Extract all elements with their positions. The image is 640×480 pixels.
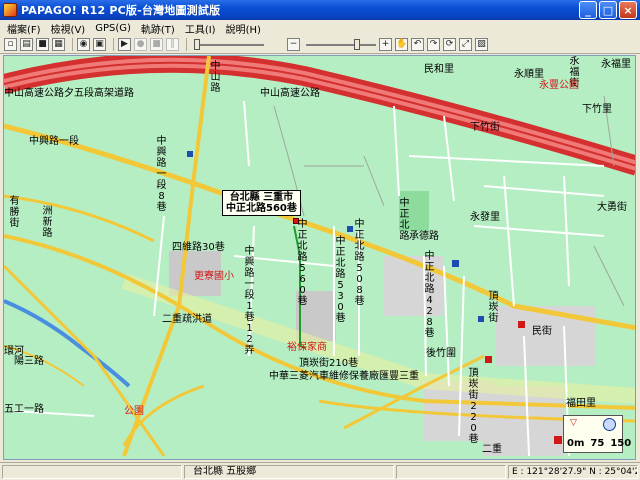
menu-help[interactable]: 說明(H) [221, 21, 266, 36]
label-dayong: 大勇街 [597, 202, 627, 213]
stop-icon[interactable]: ■ [150, 38, 163, 51]
label-yongfeng-park: 永豐公園 [539, 80, 579, 91]
block-ne [384, 256, 444, 316]
window-controls: _ □ × [579, 1, 637, 19]
toolbar: ▫ ▤ ■ ▦ ◉ ▣ ▶ ● ■ ‖ − + ✋ ↶ ↷ ⟳ ⤢ ▧ [0, 36, 640, 54]
new-icon[interactable]: ▫ [4, 38, 17, 51]
print-icon[interactable]: ▦ [52, 38, 65, 51]
scale-bar: 0m 75 150 [567, 438, 631, 449]
label-zhongzheng-530: 中正北路530巷 [335, 236, 346, 324]
toolbar-separator [113, 38, 114, 51]
zoom-slider[interactable] [306, 38, 376, 51]
label-siwei: 四維路30巷 [172, 242, 225, 253]
menu-bar: 檔案(F) 檢視(V) GPS(G) 軌跡(T) 工具(I) 說明(H) [0, 20, 640, 36]
open-icon[interactable]: ▤ [20, 38, 33, 51]
restore-button[interactable]: □ [599, 1, 617, 19]
record-icon[interactable]: ● [134, 38, 147, 51]
layer-icon[interactable]: ▧ [475, 38, 488, 51]
close-button[interactable]: × [619, 1, 637, 19]
app-icon [3, 3, 17, 17]
play-icon[interactable]: ▶ [118, 38, 131, 51]
gps-icon[interactable]: ◉ [77, 38, 90, 51]
label-yangsan: 陽三路 [14, 356, 44, 367]
status-coords: E : 121°28'27.9" N : 25°04'26.4 [508, 464, 638, 479]
compass-icon[interactable] [603, 418, 616, 431]
minimize-button[interactable]: _ [579, 1, 597, 19]
menu-track[interactable]: 軌跡(T) [136, 21, 180, 36]
scale-box: ▽ 0m 75 150 [563, 415, 631, 453]
map-canvas[interactable] [4, 56, 636, 460]
fullscreen-icon[interactable]: ⤢ [459, 38, 472, 51]
rotate-left-icon[interactable]: ↶ [411, 38, 424, 51]
label-youli: 有勝街 [9, 196, 20, 229]
label-erchong: 二重 [482, 444, 502, 455]
label-chengde: 承德路 [409, 231, 439, 242]
callout-line2: 中正北路560巷 [226, 203, 297, 214]
status-bar: 台北縣 五股鄉 E : 121°28'27.9" N : 25°04'26.4 [0, 462, 640, 480]
menu-gps[interactable]: GPS(G) [90, 23, 136, 34]
label-zhongzheng-560: 中正北路560巷 [297, 219, 308, 307]
hand-icon[interactable]: ✋ [395, 38, 408, 51]
toolbar-separator [72, 38, 73, 51]
label-xiazhu-li: 下竹里 [582, 104, 612, 115]
label-minhe: 民和里 [424, 64, 454, 75]
pan-icon[interactable]: ▣ [93, 38, 106, 51]
zoom-slider-track [306, 44, 376, 46]
label-minguang: 民街 [532, 326, 552, 337]
status-location: 台北縣 五股鄉 [184, 464, 394, 479]
status-pane-blank [396, 464, 506, 479]
zoom-in-icon[interactable]: + [379, 38, 392, 51]
toolbar-separator [186, 38, 187, 51]
label-expressway: 中山高速公路 [260, 88, 320, 99]
rotate-right-icon[interactable]: ↷ [427, 38, 440, 51]
scale-max: 150 [610, 438, 632, 449]
label-expressway-5: 中山高速公路夕五段高架道路 [4, 88, 134, 99]
label-gengliao-school: 更寮國小 [194, 271, 234, 282]
road-you [4, 194, 155, 243]
label-yonghe-li: 永順里 [514, 69, 544, 80]
label-zhouxin: 洲新路 [42, 206, 53, 239]
status-empty-pane [2, 464, 182, 479]
rotate-icon[interactable]: ⟳ [443, 38, 456, 51]
scale-mid: 75 [590, 438, 605, 449]
label-park-sw: 公園 [124, 406, 144, 417]
north-arrow-icon: ▽ [570, 418, 577, 428]
menu-tools[interactable]: 工具(I) [180, 21, 221, 36]
label-zhongxing-1-8: 中興路一段8巷 [156, 136, 167, 213]
slider-thumb[interactable] [194, 39, 200, 50]
label-second-ring: 二重疏洪道 [162, 314, 212, 325]
label-houzhu: 後竹圍 [426, 348, 456, 359]
title-bar: PAPAGO! R12 PC版-台灣地圖測試版 _ □ × [0, 0, 640, 20]
label-yuanfu: 裕保家商 [287, 342, 327, 353]
label-dingkan-st: 頂崁街 [488, 291, 499, 324]
label-zhongshan-road: 中山路 [210, 61, 221, 94]
playback-slider[interactable] [194, 38, 264, 51]
pause-icon[interactable]: ‖ [166, 38, 179, 51]
label-wugong: 五工一路 [4, 404, 44, 415]
label-yongfu-li: 永福里 [601, 59, 631, 70]
save-icon[interactable]: ■ [36, 38, 49, 51]
label-zhongzheng-508: 中正北路508巷 [354, 219, 365, 307]
callout-line1: 台北縣 三重市 [229, 192, 294, 203]
label-zhongxing-1: 中興路一段 [29, 136, 79, 147]
zoom-slider-thumb[interactable] [354, 39, 360, 50]
menu-file[interactable]: 檔案(F) [2, 21, 46, 36]
label-zhongzheng-428: 中正北路428巷 [424, 251, 435, 339]
location-callout: 台北縣 三重市 中正北路560巷 [222, 190, 301, 216]
label-yongfa-li: 永發里 [470, 212, 500, 223]
slider-track [194, 44, 264, 46]
zoom-out-icon[interactable]: − [287, 38, 300, 51]
label-futian: 福田里 [566, 398, 596, 409]
label-dingkan-210: 頂崁街210巷 [299, 358, 359, 369]
label-zhongxing-v: 中興路一段1巷12弄 [244, 246, 255, 356]
label-dingkan-220: 頂崁街220巷 [468, 368, 479, 445]
menu-view[interactable]: 檢視(V) [46, 21, 91, 36]
label-fitness: 中華三菱汽車維修保養廠匯豐三重 [269, 371, 419, 382]
scale-zero: 0m [567, 438, 585, 449]
window-title: PAPAGO! R12 PC版-台灣地圖測試版 [21, 4, 221, 17]
map-view[interactable]: 中山路 中山高速公路夕五段高架道路 中山高速公路 民和里 永順里 永福街 永福里… [3, 55, 636, 460]
label-xiazhu-st: 下竹街 [470, 122, 500, 133]
